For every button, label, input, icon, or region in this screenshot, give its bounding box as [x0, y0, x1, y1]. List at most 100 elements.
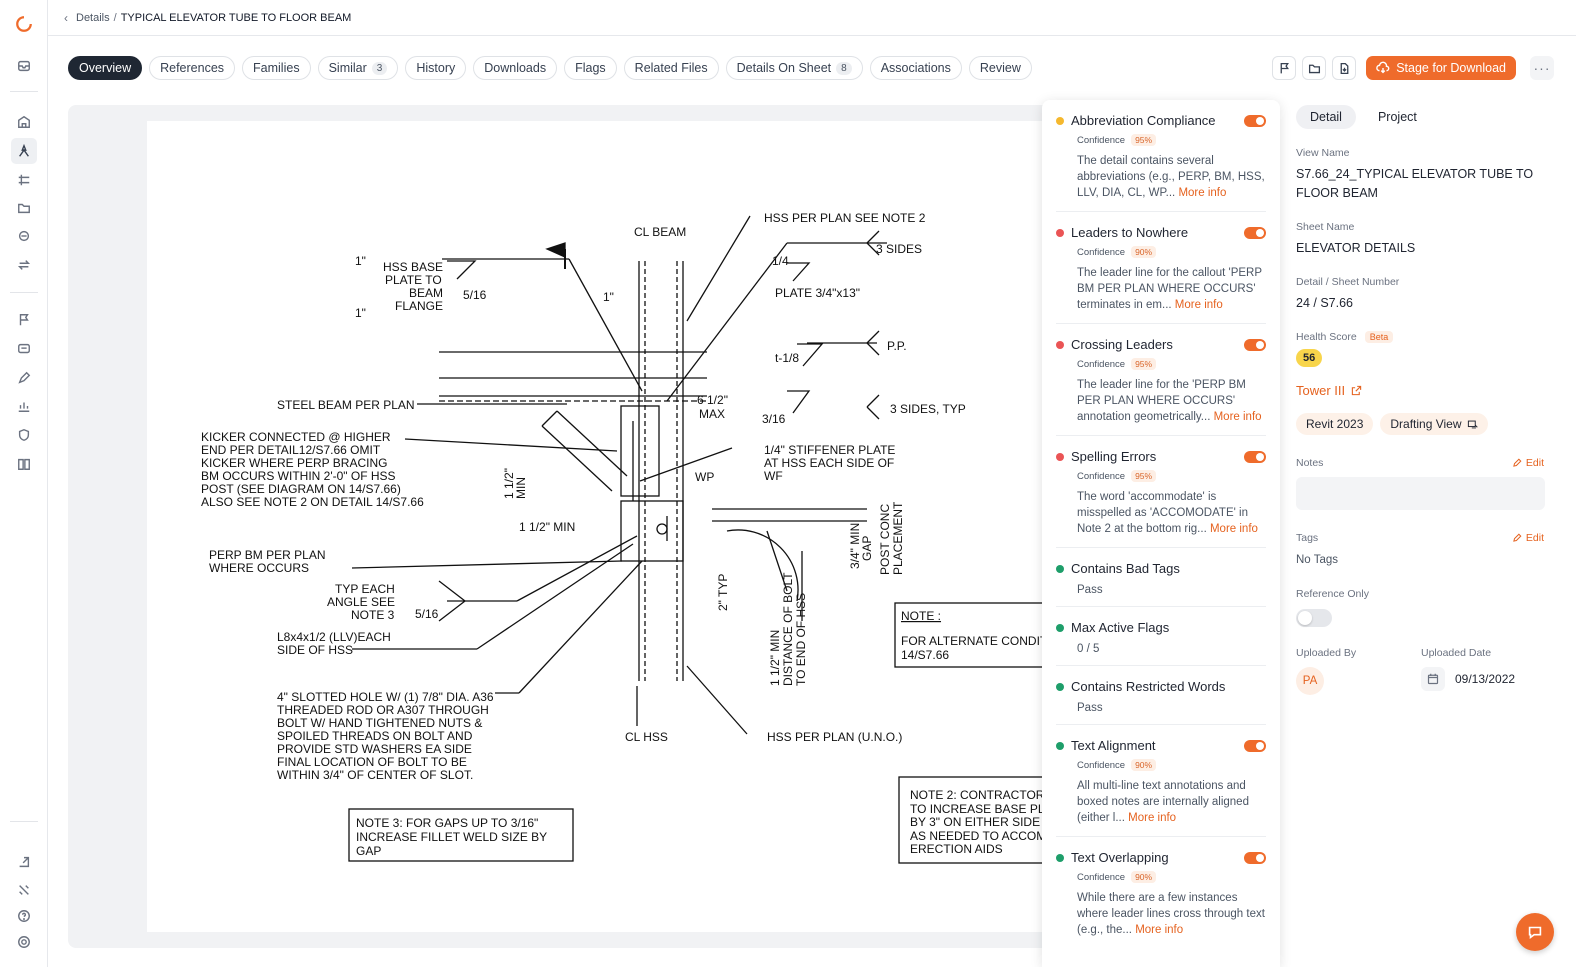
open-folder-button[interactable] [1302, 56, 1327, 80]
swap-icon[interactable] [14, 255, 34, 275]
more-info-link[interactable]: More info [1178, 187, 1226, 199]
shield-icon[interactable] [14, 425, 34, 445]
check-toggle[interactable] [1244, 851, 1266, 864]
tab-flags[interactable]: Flags [564, 56, 617, 80]
status-dot-icon [1056, 564, 1064, 573]
drawing-label: AS NEEDED TO ACCOM [910, 829, 1046, 843]
breadcrumb-parent-link[interactable]: Details [76, 12, 110, 24]
uploaded-by-label: Uploaded By [1296, 647, 1357, 659]
check-toggle[interactable] [1244, 450, 1266, 463]
segment-detail[interactable]: Detail [1296, 105, 1356, 129]
confidence-row: Confidence 90% [1077, 871, 1266, 883]
drawing-label: ERECTION AIDS [910, 842, 1003, 856]
more-info-link[interactable]: More info [1135, 924, 1183, 936]
stage-label: Stage for Download [1396, 61, 1506, 75]
project-link[interactable]: Tower III [1296, 383, 1546, 398]
building-icon[interactable] [14, 112, 34, 132]
drawing-label: DISTANCE OF BOLT [781, 572, 795, 686]
check-toggle[interactable] [1244, 338, 1266, 351]
tab-similar[interactable]: Similar 3 [317, 56, 399, 80]
stage-for-download-button[interactable]: Stage for Download [1366, 56, 1516, 80]
flag-icon[interactable] [14, 310, 34, 330]
reference-only-toggle[interactable] [1296, 609, 1332, 627]
check-toggle[interactable] [1244, 739, 1266, 752]
message-icon[interactable] [14, 339, 34, 359]
analytics-icon[interactable] [14, 396, 34, 416]
details-icon[interactable] [11, 138, 37, 164]
more-info-link[interactable]: More info [1128, 812, 1176, 824]
health-score-badge[interactable]: 56 [1296, 349, 1323, 367]
flag-icon [1280, 62, 1289, 73]
check-header: Abbreviation Compliance [1056, 113, 1266, 128]
drawing-label: KICKER WHERE PERP BRACING [201, 456, 387, 470]
download-file-button[interactable] [1332, 56, 1357, 80]
flag-button[interactable] [1272, 56, 1297, 80]
tab-review[interactable]: Review [968, 56, 1032, 80]
integrations-icon[interactable] [14, 880, 34, 900]
book-icon[interactable] [14, 454, 34, 474]
check-header: Text Alignment [1056, 738, 1266, 753]
avatar[interactable]: PA [1296, 667, 1324, 695]
tab-downloads[interactable]: Downloads [473, 56, 558, 80]
check-toggle[interactable] [1244, 114, 1266, 127]
chat-support-button[interactable] [1516, 913, 1554, 951]
drawing-label: BEAM [409, 286, 443, 300]
tab-families[interactable]: Families [242, 56, 311, 80]
segment-project[interactable]: Project [1364, 105, 1431, 129]
view-type-chip: Drafting View [1380, 413, 1488, 435]
drawing-label: BM OCCURS WITHIN 2'-0" OF HSS [201, 469, 396, 483]
check-header: Contains Bad Tags [1056, 561, 1266, 576]
drawing-label: GAP [356, 844, 381, 858]
settings-icon[interactable] [14, 932, 34, 952]
status-dot-icon [1056, 741, 1064, 750]
check-description: The detail contains several abbreviation… [1077, 153, 1266, 201]
edit-notes-button[interactable]: Edit [1512, 457, 1544, 469]
pen-icon[interactable] [14, 368, 34, 388]
tab-count-badge: 8 [836, 61, 852, 75]
confidence-row: Confidence 90% [1077, 246, 1266, 258]
check-description: The word 'accommodate' is misspelled as … [1077, 489, 1266, 537]
tab-related-files[interactable]: Related Files [623, 56, 719, 80]
drawing-label: MAX [699, 407, 725, 421]
app-root: ‹ Details / TYPICAL ELEVATOR TUBE TO FLO… [0, 0, 1576, 967]
tab-details-on-sheet[interactable]: Details On Sheet 8 [725, 56, 863, 80]
inbox-icon[interactable] [14, 56, 34, 76]
drawing-label: 5/16 [415, 607, 439, 621]
drawing-label: WP [695, 470, 714, 484]
tab-references[interactable]: References [149, 56, 236, 80]
drawing-label: 3 SIDES, TYP [890, 402, 966, 416]
beta-badge: Beta [1364, 331, 1394, 343]
uploaded-date-row: 09/13/2022 [1421, 667, 1546, 691]
drawing-label: 3/16 [762, 412, 786, 426]
confidence-label: Confidence [1077, 759, 1126, 771]
more-info-link[interactable]: More info [1214, 411, 1262, 423]
layers-icon[interactable] [14, 226, 34, 246]
check-title: Spelling Errors [1071, 449, 1157, 464]
notes-field[interactable] [1296, 477, 1545, 510]
drawing-label: INCREASE FILLET WELD SIZE BY [356, 830, 547, 844]
families-icon[interactable] [14, 170, 34, 190]
edit-tags-button[interactable]: Edit [1512, 532, 1544, 544]
tab-label: References [160, 61, 225, 75]
confidence-row: Confidence 90% [1077, 759, 1266, 771]
more-info-link[interactable]: More info [1175, 299, 1223, 311]
check-crossing-leaders: Crossing Leaders Confidence 95% The leade… [1056, 324, 1266, 436]
check-description: The leader line for the callout 'PERP BM… [1077, 265, 1266, 313]
export-icon[interactable] [14, 852, 34, 872]
drawing-label: GAP [860, 536, 874, 561]
drawing-label: SPOILED THREADS ON BOLT AND [277, 729, 473, 743]
confidence-badge: 90% [1131, 759, 1157, 771]
more-info-link[interactable]: More info [1210, 523, 1258, 535]
drawing-label: 1" [355, 306, 366, 320]
check-toggle[interactable] [1244, 226, 1266, 239]
tab-overview[interactable]: Overview [68, 56, 143, 80]
more-options-button[interactable]: ··· [1530, 56, 1554, 80]
help-icon[interactable] [14, 906, 34, 926]
logo-icon[interactable] [14, 14, 34, 34]
tab-associations[interactable]: Associations [869, 56, 962, 80]
rail-divider [10, 821, 38, 822]
folder-icon[interactable] [14, 198, 34, 218]
drawing-label: POST CONC [878, 504, 892, 575]
tab-history[interactable]: History [405, 56, 467, 80]
back-chevron-icon[interactable]: ‹ [64, 11, 68, 25]
